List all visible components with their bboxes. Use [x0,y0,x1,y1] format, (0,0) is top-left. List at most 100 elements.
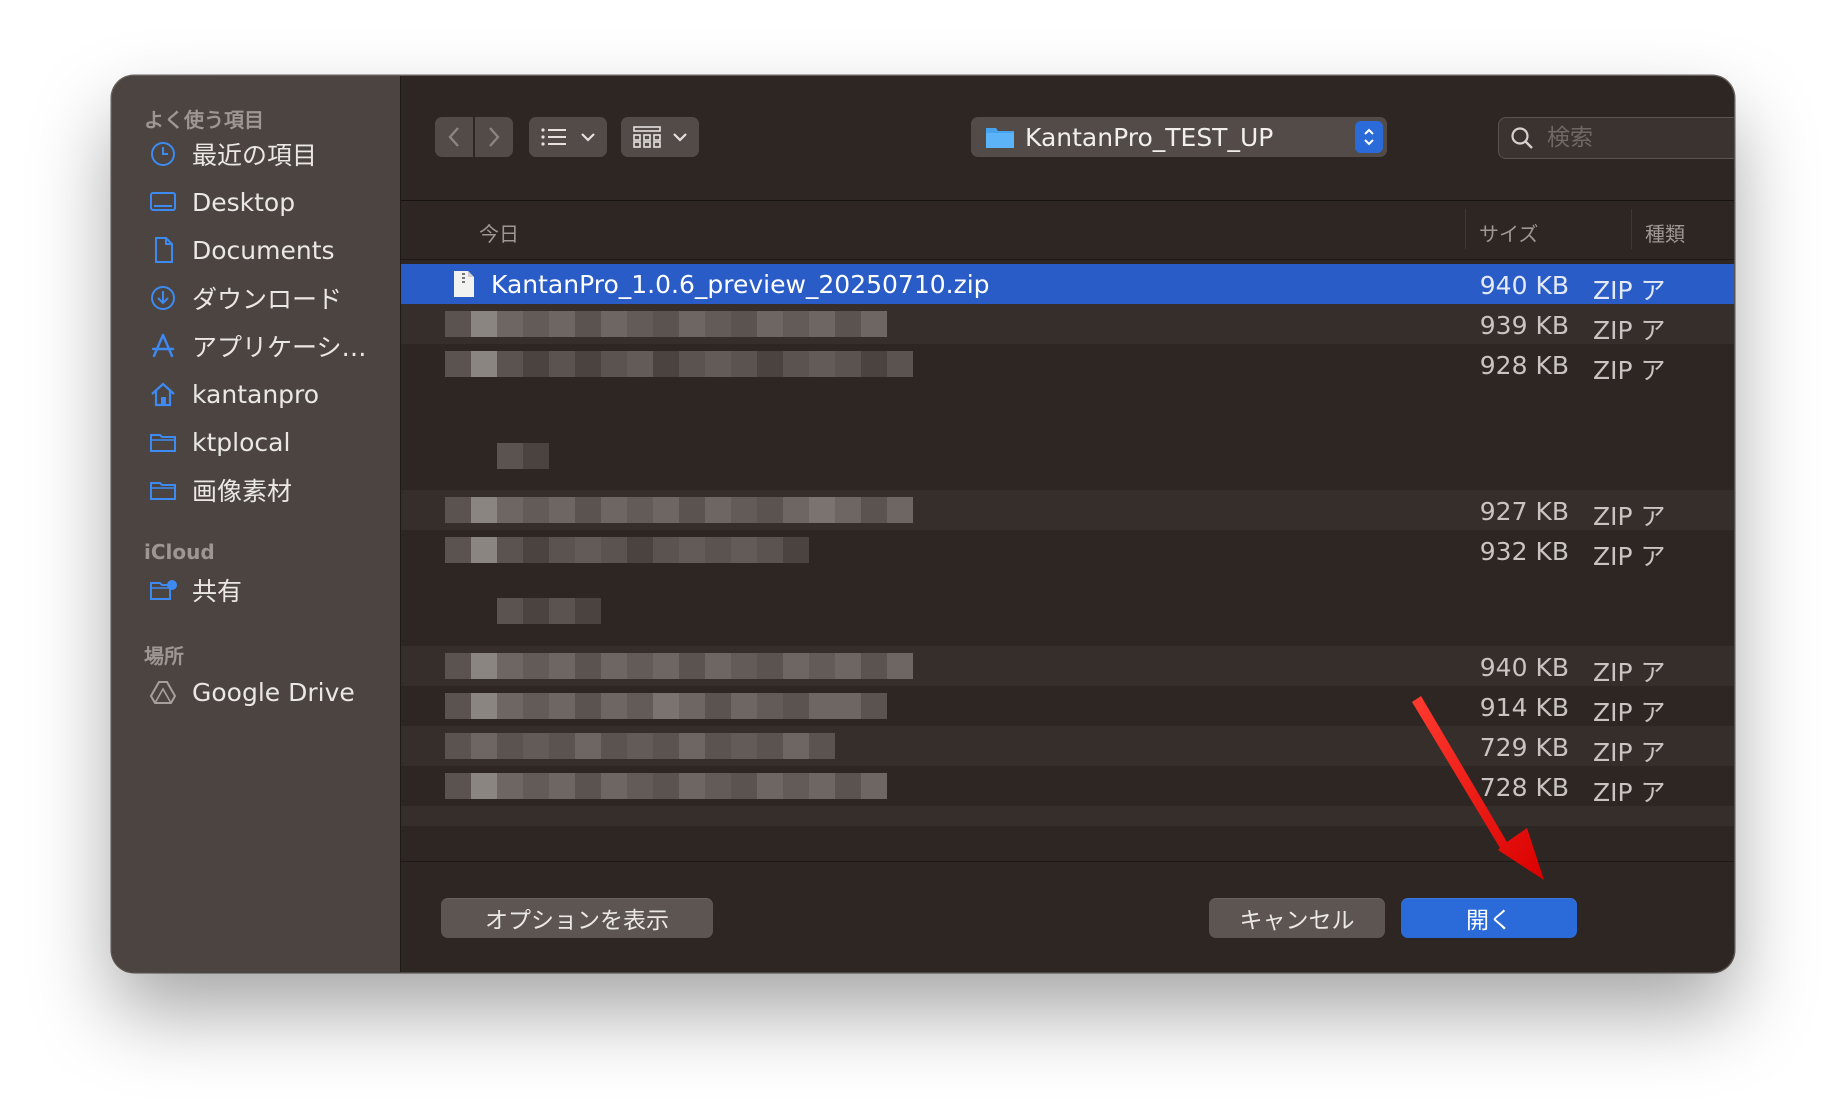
file-kind: ZIP ア [1593,658,1666,687]
redacted-filename [445,773,887,799]
folder-icon [986,128,1014,148]
sidebar-item-label: ダウンロード [192,285,343,314]
sidebar-item-label: 最近の項目 [192,141,318,170]
cancel-button[interactable]: キャンセル [1209,898,1385,938]
chevron-left-icon [448,127,459,147]
sidebar-item-label: Documents [192,235,335,265]
chevron-right-icon [489,127,500,147]
sidebar-item-label: ktplocal [192,427,291,457]
sidebar-item-downloads[interactable]: ダウンロード [146,274,392,322]
file-kind: ZIP ア [1593,738,1666,767]
column-name-header[interactable]: 今日 [479,218,519,247]
file-size: 928 KB [1479,351,1569,380]
toolbar: KantanPro_TEST_UP [401,76,1734,201]
redacted-group-header [497,443,549,469]
file-row[interactable]: KantanPro_1.0.6_preview_20250710.zip 940… [401,264,1734,305]
sidebar-item-label: アプリケーシ… [192,333,367,362]
file-row-partial [401,806,1734,826]
redacted-filename [445,497,913,523]
sidebar-item-google-drive[interactable]: Google Drive [146,668,392,716]
sidebar-item-documents[interactable]: Documents [146,226,392,274]
sidebar-item-applications[interactable]: アプリケーシ… [146,322,392,370]
back-button[interactable] [435,117,473,157]
file-row[interactable]: 928 KB ZIP ア [401,344,1734,385]
chevron-down-icon [673,133,687,142]
file-kind: ZIP ア [1593,698,1666,727]
file-row[interactable]: 927 KB ZIP ア [401,490,1734,531]
applications-icon [146,329,180,363]
forward-button[interactable] [475,117,513,157]
sidebar: よく使う項目 最近の項目 Desktop Documents ダウンロード アプ… [112,76,401,972]
column-header: 今日 サイズ 種類 [401,201,1734,260]
up-down-chevron-icon [1355,121,1383,153]
search-icon [1511,127,1533,149]
file-row[interactable]: 728 KB ZIP ア [401,766,1734,807]
dialog-footer: オプションを表示 キャンセル 開く [401,861,1734,972]
file-size: 729 KB [1479,733,1569,762]
file-size: 939 KB [1479,311,1569,340]
file-size: 932 KB [1479,537,1569,566]
redacted-filename [445,351,913,377]
current-folder-name: KantanPro_TEST_UP [1025,122,1274,152]
icloud-header: iCloud [144,540,215,564]
sidebar-item-shared[interactable]: 共有 [146,566,392,614]
column-kind-header[interactable]: 種類 [1645,218,1685,247]
redacted-filename [445,311,887,337]
sidebar-item-label: kantanpro [192,379,320,409]
file-row[interactable]: 914 KB ZIP ア [401,686,1734,727]
open-button[interactable]: 開く [1401,898,1577,938]
chevron-down-icon [581,133,595,142]
file-name: KantanPro_1.0.6_preview_20250710.zip [491,270,990,299]
shared-folder-icon [146,573,180,607]
sidebar-item-kantanpro[interactable]: kantanpro [146,370,392,418]
redacted-filename [445,733,835,759]
group-view-button[interactable] [621,117,699,157]
file-row[interactable]: 939 KB ZIP ア [401,304,1734,345]
show-options-button[interactable]: オプションを表示 [441,898,713,938]
file-size: 914 KB [1479,693,1569,722]
file-kind: ZIP ア [1593,276,1666,305]
home-icon [146,377,180,411]
sidebar-item-label: Desktop [192,187,296,217]
grid-icon [633,126,661,148]
redacted-filename [445,537,809,563]
download-icon [146,281,180,315]
file-kind: ZIP ア [1593,542,1666,571]
file-row[interactable]: 932 KB ZIP ア [401,530,1734,571]
file-size: 940 KB [1479,653,1569,682]
file-open-dialog: よく使う項目 最近の項目 Desktop Documents ダウンロード アプ… [112,76,1734,972]
redacted-filename [445,653,913,679]
file-row[interactable]: 940 KB ZIP ア [401,646,1734,687]
file-list: KantanPro_1.0.6_preview_20250710.zip 940… [401,260,1734,852]
list-icon [541,128,566,146]
search-input[interactable] [1545,124,1734,152]
file-size: 728 KB [1479,773,1569,802]
google-drive-icon [146,675,180,709]
redacted-group-header [497,598,601,624]
sidebar-item-ktplocal[interactable]: ktplocal [146,418,392,466]
sidebar-item-label: Google Drive [192,677,355,707]
sidebar-item-image-assets[interactable]: 画像素材 [146,466,392,514]
favorites-header: よく使う項目 [144,108,264,132]
folder-icon [146,473,180,507]
clock-icon [146,137,180,171]
sidebar-item-recents[interactable]: 最近の項目 [146,130,392,178]
list-view-button[interactable] [529,117,607,157]
column-divider[interactable] [1631,209,1632,249]
file-row[interactable]: 729 KB ZIP ア [401,726,1734,767]
file-kind: ZIP ア [1593,316,1666,345]
column-divider[interactable] [1465,209,1466,249]
sidebar-item-desktop[interactable]: Desktop [146,178,392,226]
file-kind: ZIP ア [1593,356,1666,385]
file-size: 940 KB [1479,271,1569,300]
file-size: 927 KB [1479,497,1569,526]
zip-file-icon [454,271,474,297]
file-kind: ZIP ア [1593,502,1666,531]
column-size-header[interactable]: サイズ [1479,218,1538,247]
search-field[interactable] [1498,117,1734,159]
redacted-filename [445,693,887,719]
sidebar-item-label: 共有 [192,577,243,606]
folder-selector[interactable]: KantanPro_TEST_UP [971,117,1387,157]
document-icon [146,233,180,267]
locations-header: 場所 [144,644,184,668]
